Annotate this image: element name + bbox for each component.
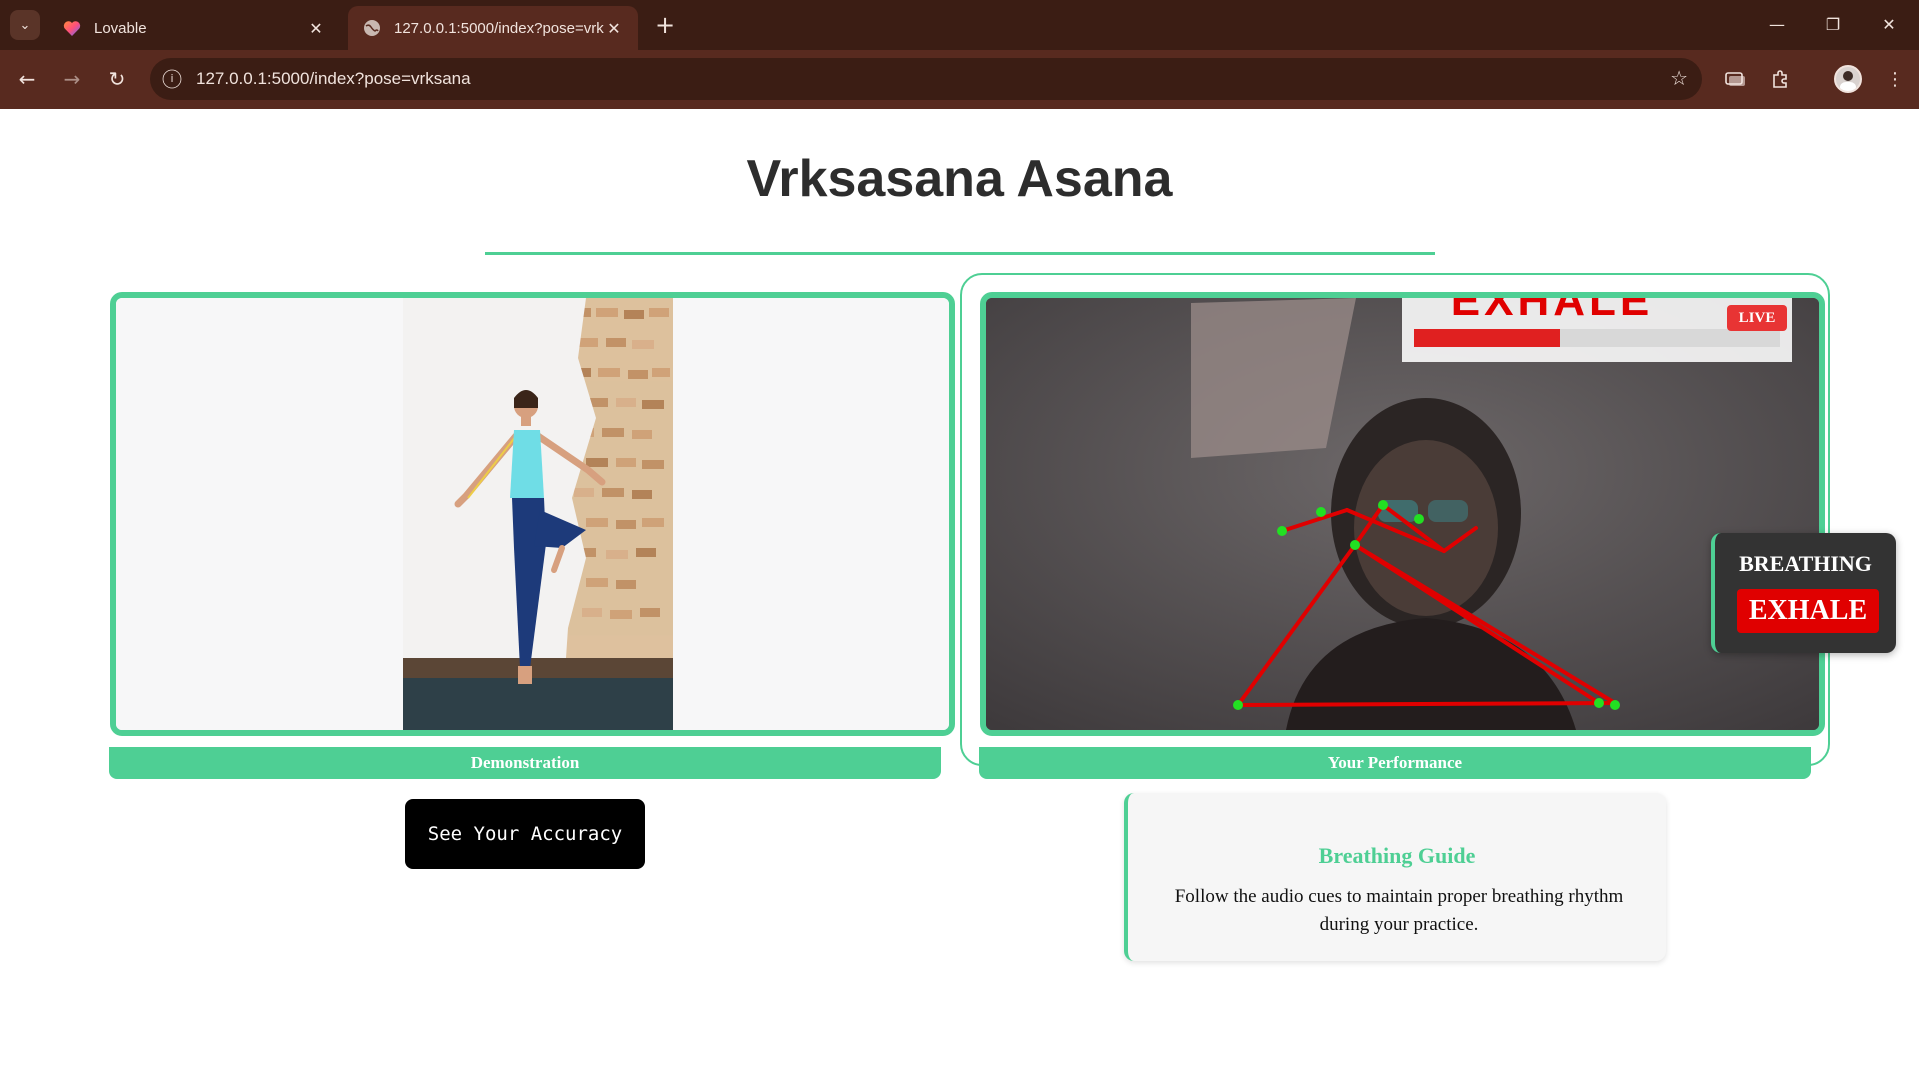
live-badge: LIVE: [1727, 305, 1787, 331]
title-divider: [485, 252, 1435, 255]
lovable-heart-icon: [62, 18, 82, 38]
page-content: Vrksasana Asana EXHALE LIVE Demonstratio…: [0, 109, 1919, 1079]
tab-lovable[interactable]: Lovable ✕: [48, 6, 340, 50]
new-tab-button[interactable]: +: [650, 10, 680, 40]
site-info-icon[interactable]: i: [162, 69, 182, 89]
close-icon[interactable]: ✕: [604, 19, 624, 38]
browser-menu-icon[interactable]: ⋮: [1880, 64, 1910, 94]
demonstration-frame: [116, 298, 949, 730]
see-accuracy-button[interactable]: See Your Accuracy: [405, 799, 645, 869]
demonstration-caption: Demonstration: [109, 747, 941, 779]
breathing-widget: BREATHING EXHALE: [1711, 533, 1896, 653]
window-close-button[interactable]: ✕: [1866, 6, 1912, 42]
bookmark-star-icon[interactable]: ☆: [1670, 66, 1688, 90]
browser-toolbar: ← → ↻ i 127.0.0.1:5000/index?pose=vrksan…: [0, 50, 1919, 109]
arrow-left-icon: ←: [18, 67, 36, 91]
breathing-label: BREATHING: [1739, 551, 1872, 576]
globe-icon: [362, 18, 382, 38]
browser-tab-strip: ⌄ Lovable ✕ 127.0.0.1:5000/index?pose=vr…: [0, 0, 1919, 50]
breathing-guide-title: Breathing Guide: [1318, 843, 1476, 868]
tab-active-page[interactable]: 127.0.0.1:5000/index?pose=vrksana ✕: [348, 6, 638, 50]
performance-caption: Your Performance: [979, 747, 1811, 779]
arrow-right-icon: →: [63, 67, 81, 91]
chevron-down-icon: ⌄: [19, 17, 31, 33]
breath-progress-fill: [1414, 329, 1561, 347]
url-text[interactable]: 127.0.0.1:5000/index?pose=vrksana: [196, 69, 471, 89]
reload-button[interactable]: ↻: [100, 62, 134, 96]
media-icon[interactable]: [1720, 64, 1750, 94]
address-bar[interactable]: i 127.0.0.1:5000/index?pose=vrksana ☆: [150, 58, 1702, 100]
breath-progress-track: [1414, 329, 1780, 347]
forward-button[interactable]: →: [55, 62, 89, 96]
video-breath-text: EXHALE: [1450, 298, 1654, 325]
demonstration-video[interactable]: [110, 292, 955, 736]
restore-button[interactable]: ❐: [1810, 6, 1856, 42]
pose-skeleton-overlay: [1233, 500, 1620, 710]
reload-icon: ↻: [108, 67, 126, 91]
minimize-button[interactable]: —: [1754, 6, 1800, 42]
tab-title: Lovable: [94, 19, 147, 37]
breathing-guide-text: Follow the audio cues to maintain proper…: [1174, 886, 1624, 935]
back-button[interactable]: ←: [10, 62, 44, 96]
tab-title: 127.0.0.1:5000/index?pose=vrksana: [394, 19, 604, 37]
page-title: Vrksasana Asana: [746, 150, 1173, 208]
breathing-guide-card: Breathing Guide Follow the audio cues to…: [1124, 793, 1666, 961]
extensions-icon[interactable]: [1766, 64, 1796, 94]
tab-search-button[interactable]: ⌄: [10, 10, 40, 40]
breathing-state-badge: EXHALE: [1737, 589, 1879, 633]
close-icon[interactable]: ✕: [306, 19, 326, 38]
webcam-feed[interactable]: EXHALE LIVE: [980, 292, 1825, 736]
profile-avatar[interactable]: [1834, 65, 1862, 93]
